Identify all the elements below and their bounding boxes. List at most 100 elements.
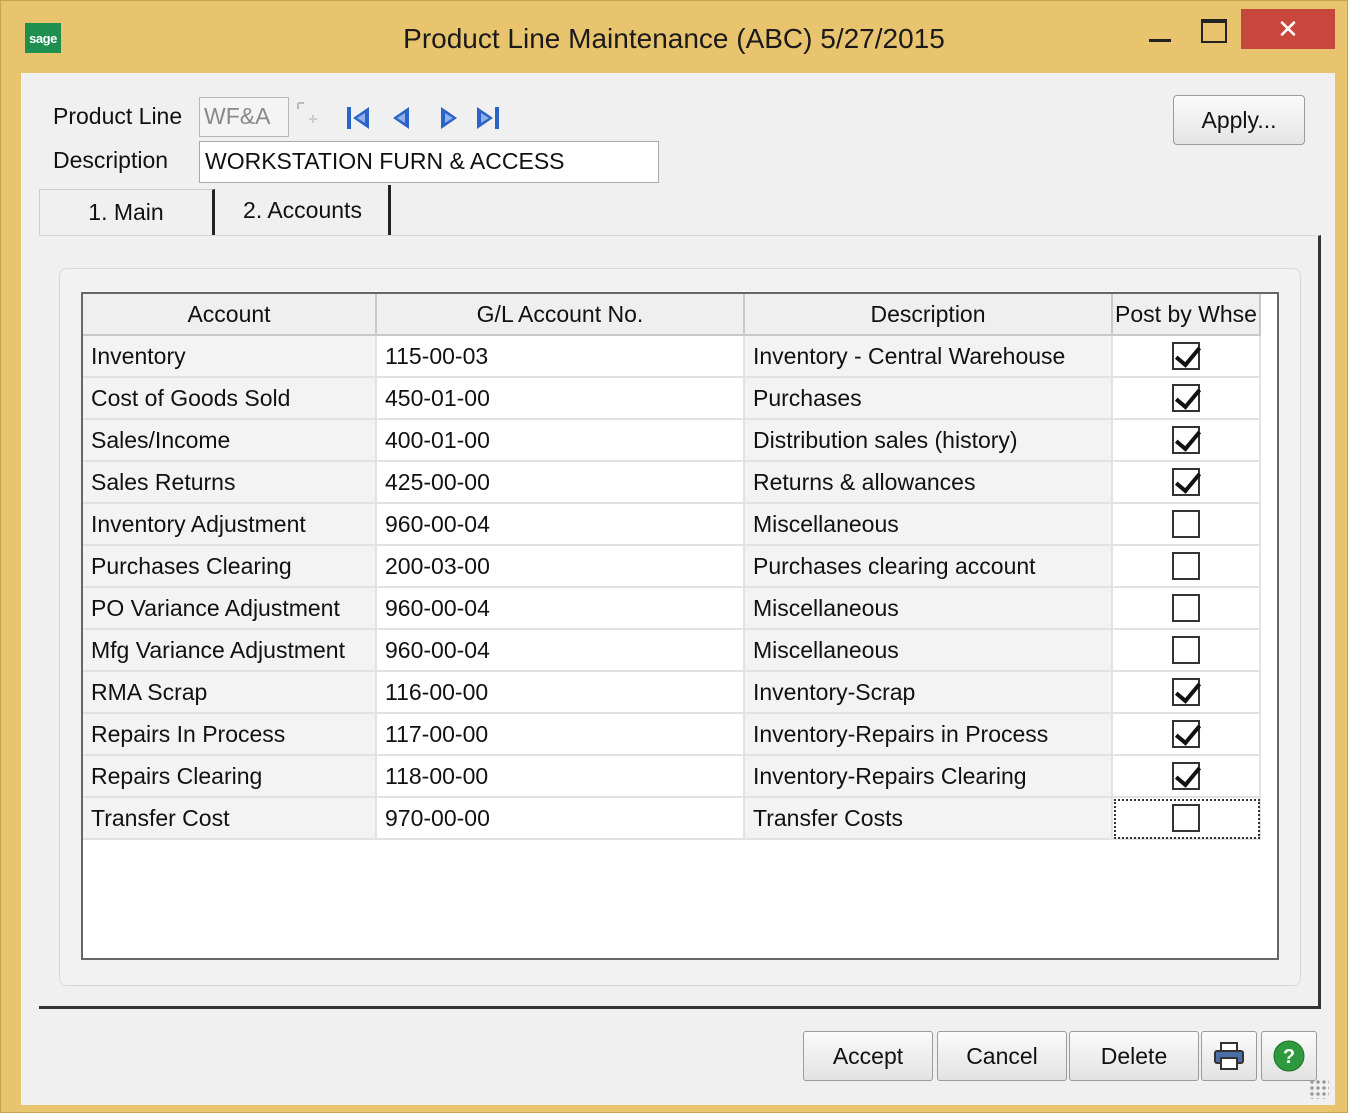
product-line-label: Product Line — [53, 103, 183, 129]
gl-account-cell[interactable]: 970-00-00 — [377, 798, 745, 840]
post-by-whse-checkbox[interactable] — [1172, 552, 1200, 580]
tab-accounts[interactable]: 2. Accounts — [217, 185, 391, 235]
last-record-icon[interactable] — [473, 103, 503, 133]
account-cell[interactable]: Inventory — [83, 336, 377, 378]
table-row[interactable]: Sales/Income 400-01-00 Distribution sales … — [83, 420, 1261, 462]
gl-account-cell[interactable]: 200-03-00 — [377, 546, 745, 588]
post-by-whse-cell[interactable] — [1113, 378, 1261, 420]
first-record-icon[interactable] — [343, 103, 373, 133]
delete-button[interactable]: Delete — [1069, 1031, 1199, 1081]
account-cell[interactable]: PO Variance Adjustment — [83, 588, 377, 630]
accounts-panel: Account G/L Account No. Description Post… — [39, 235, 1321, 1009]
description-cell[interactable]: Miscellaneous — [745, 588, 1113, 630]
table-row[interactable]: Cost of Goods Sold 450-01-00 Purchases — [83, 378, 1261, 420]
table-row[interactable]: Purchases Clearing 200-03-00 Purchases cle… — [83, 546, 1261, 588]
table-row[interactable]: Sales Returns 425-00-00 Returns & allowanc… — [83, 462, 1261, 504]
post-by-whse-cell[interactable] — [1113, 462, 1261, 504]
help-icon[interactable]: ? — [1261, 1031, 1317, 1081]
account-cell[interactable]: Transfer Cost — [83, 798, 377, 840]
description-cell[interactable]: Inventory-Repairs Clearing — [745, 756, 1113, 798]
description-cell[interactable]: Returns & allowances — [745, 462, 1113, 504]
previous-record-icon[interactable] — [387, 103, 417, 133]
gl-account-cell[interactable]: 425-00-00 — [377, 462, 745, 504]
post-by-whse-cell[interactable] — [1113, 630, 1261, 672]
account-cell[interactable]: Sales/Income — [83, 420, 377, 462]
tab-main[interactable]: 1. Main — [39, 189, 215, 235]
gl-account-cell[interactable]: 960-00-04 — [377, 630, 745, 672]
cancel-button[interactable]: Cancel — [937, 1031, 1067, 1081]
gl-account-cell[interactable]: 400-01-00 — [377, 420, 745, 462]
post-by-whse-checkbox[interactable] — [1172, 720, 1200, 748]
account-cell[interactable]: Repairs In Process — [83, 714, 377, 756]
post-by-whse-cell[interactable] — [1113, 714, 1261, 756]
table-row[interactable]: Repairs In Process 117-00-00 Inventory-Rep… — [83, 714, 1261, 756]
post-by-whse-cell[interactable] — [1113, 504, 1261, 546]
product-line-input[interactable]: WF&A — [199, 97, 289, 137]
table-row[interactable]: Repairs Clearing 118-00-00 Inventory-Repai… — [83, 756, 1261, 798]
gl-account-cell[interactable]: 117-00-00 — [377, 714, 745, 756]
account-cell[interactable]: Cost of Goods Sold — [83, 378, 377, 420]
column-header-account[interactable]: Account — [83, 294, 377, 336]
post-by-whse-cell[interactable] — [1113, 672, 1261, 714]
post-by-whse-checkbox[interactable] — [1172, 426, 1200, 454]
tab-main-label: 1. Main — [88, 199, 164, 225]
apply-button[interactable]: Apply... — [1173, 95, 1305, 145]
column-header-gl-account[interactable]: G/L Account No. — [377, 294, 745, 336]
description-field[interactable]: WORKSTATION FURN & ACCESS — [199, 141, 659, 183]
account-cell[interactable]: Mfg Variance Adjustment — [83, 630, 377, 672]
account-cell[interactable]: Sales Returns — [83, 462, 377, 504]
post-by-whse-cell[interactable] — [1113, 798, 1261, 840]
gl-account-cell[interactable]: 960-00-04 — [377, 588, 745, 630]
post-by-whse-checkbox[interactable] — [1172, 636, 1200, 664]
post-by-whse-checkbox[interactable] — [1172, 510, 1200, 538]
account-cell[interactable]: Purchases Clearing — [83, 546, 377, 588]
post-by-whse-cell[interactable] — [1113, 420, 1261, 462]
column-header-description[interactable]: Description — [745, 294, 1113, 336]
table-row[interactable]: Inventory Adjustment 960-00-04 Miscellaneo… — [83, 504, 1261, 546]
title-bar[interactable]: sage Product Line Maintenance (ABC) 5/27… — [1, 1, 1347, 73]
description-cell[interactable]: Miscellaneous — [745, 504, 1113, 546]
accounts-grid[interactable]: Account G/L Account No. Description Post… — [81, 292, 1279, 960]
print-icon[interactable] — [1201, 1031, 1257, 1081]
account-cell[interactable]: RMA Scrap — [83, 672, 377, 714]
post-by-whse-cell[interactable] — [1113, 546, 1261, 588]
account-cell[interactable]: Repairs Clearing — [83, 756, 377, 798]
description-cell[interactable]: Transfer Costs — [745, 798, 1113, 840]
post-by-whse-checkbox[interactable] — [1172, 762, 1200, 790]
gl-account-cell[interactable]: 960-00-04 — [377, 504, 745, 546]
table-row[interactable]: Inventory 115-00-03 Inventory - Central Wa… — [83, 336, 1261, 378]
post-by-whse-checkbox[interactable] — [1172, 468, 1200, 496]
description-cell[interactable]: Miscellaneous — [745, 630, 1113, 672]
description-cell[interactable]: Distribution sales (history) — [745, 420, 1113, 462]
post-by-whse-cell[interactable] — [1113, 756, 1261, 798]
post-by-whse-checkbox[interactable] — [1172, 342, 1200, 370]
close-button[interactable]: ✕ — [1241, 9, 1335, 49]
post-by-whse-checkbox[interactable] — [1172, 594, 1200, 622]
description-cell[interactable]: Purchases clearing account — [745, 546, 1113, 588]
gl-account-cell[interactable]: 118-00-00 — [377, 756, 745, 798]
account-cell[interactable]: Inventory Adjustment — [83, 504, 377, 546]
post-by-whse-cell[interactable] — [1113, 336, 1261, 378]
maximize-button[interactable] — [1193, 13, 1233, 49]
description-cell[interactable]: Inventory - Central Warehouse — [745, 336, 1113, 378]
minimize-button[interactable] — [1145, 13, 1181, 49]
post-by-whse-checkbox[interactable] — [1172, 384, 1200, 412]
gl-account-cell[interactable]: 116-00-00 — [377, 672, 745, 714]
accept-button[interactable]: Accept — [803, 1031, 933, 1081]
post-by-whse-cell[interactable] — [1113, 588, 1261, 630]
resize-grip[interactable] — [1309, 1079, 1329, 1099]
table-row[interactable]: RMA Scrap 116-00-00 Inventory-Scrap — [83, 672, 1261, 714]
gl-account-cell[interactable]: 450-01-00 — [377, 378, 745, 420]
next-record-icon[interactable] — [433, 103, 463, 133]
column-header-post-by-whse[interactable]: Post by Whse — [1113, 294, 1261, 336]
description-cell[interactable]: Inventory-Scrap — [745, 672, 1113, 714]
table-row[interactable]: Transfer Cost 970-00-00 Transfer Costs — [83, 798, 1261, 840]
lookup-icon[interactable] — [295, 99, 325, 133]
post-by-whse-checkbox[interactable] — [1172, 678, 1200, 706]
gl-account-cell[interactable]: 115-00-03 — [377, 336, 745, 378]
description-cell[interactable]: Purchases — [745, 378, 1113, 420]
table-row[interactable]: Mfg Variance Adjustment 960-00-04 Miscella… — [83, 630, 1261, 672]
post-by-whse-checkbox[interactable] — [1172, 804, 1200, 832]
table-row[interactable]: PO Variance Adjustment 960-00-04 Miscellan… — [83, 588, 1261, 630]
description-cell[interactable]: Inventory-Repairs in Process — [745, 714, 1113, 756]
